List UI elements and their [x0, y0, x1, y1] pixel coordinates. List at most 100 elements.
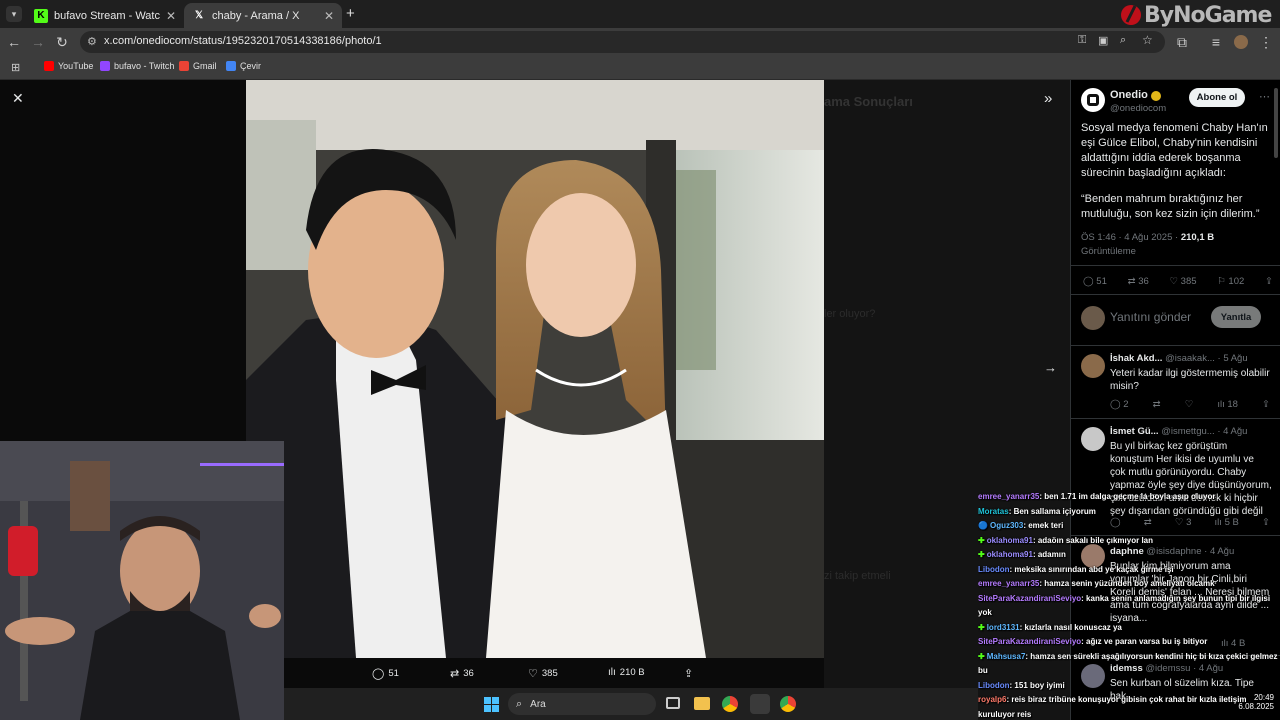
- like-count-button[interactable]: ♡ 385: [1170, 276, 1197, 287]
- follow-button[interactable]: Abone ol: [1189, 88, 1245, 107]
- forward-arrow-icon[interactable]: →: [28, 32, 48, 52]
- chat-username[interactable]: Libodon: [978, 565, 1010, 574]
- profile-avatar[interactable]: [1234, 35, 1248, 49]
- chat-username[interactable]: SiteParaKazandiraniSeviyo: [978, 637, 1081, 646]
- apps-grid-icon[interactable]: ⊞: [11, 61, 20, 74]
- repost-count-button[interactable]: ⇄ 36: [1128, 276, 1149, 287]
- chat-username[interactable]: SiteParaKazandiraniSeviyo: [978, 594, 1081, 603]
- address-bar[interactable]: ⚙ x.com/onediocom/status/195232017051433…: [80, 31, 1165, 53]
- photo-reply-button[interactable]: ◯ 51: [372, 667, 399, 680]
- reply-handle[interactable]: @isaakak...: [1165, 353, 1215, 364]
- reply-count-button[interactable]: ◯ 2: [1110, 399, 1129, 410]
- chat-username[interactable]: emree_yanarr35: [978, 579, 1039, 588]
- reply-submit-button[interactable]: Yanıtla: [1211, 306, 1261, 328]
- bookmark-twitch[interactable]: bufavo - Twitch: [100, 61, 174, 71]
- avatar[interactable]: [1081, 427, 1105, 451]
- reply-author[interactable]: İsmet Gü...: [1110, 426, 1159, 437]
- author-name[interactable]: Onedio: [1110, 88, 1148, 103]
- webcam-illustration: [0, 441, 284, 720]
- chat-username[interactable]: Libodon: [978, 681, 1010, 690]
- tab-bufavo-stream[interactable]: K bufavo Stream - Watch Live on ✕: [26, 3, 184, 28]
- sidebar-scrollbar[interactable]: [1274, 88, 1278, 158]
- new-tab-button[interactable]: +: [346, 5, 355, 22]
- task-view-icon[interactable]: [666, 697, 680, 709]
- next-photo-arrow-icon[interactable]: →: [1044, 360, 1057, 375]
- avatar[interactable]: [1081, 354, 1105, 378]
- collapse-sidebar-icon[interactable]: »: [1044, 90, 1052, 107]
- chat-username[interactable]: royalp6: [978, 695, 1006, 704]
- close-tab-icon[interactable]: ✕: [166, 9, 176, 23]
- bookmark-translate[interactable]: Çevir: [226, 61, 261, 71]
- chat-text: : adaöın sakalı bile çıkmıyor lan: [1032, 535, 1153, 545]
- extensions-icon[interactable]: ⧉: [1172, 32, 1192, 52]
- chat-text: : reis biraz tribüne konuşuyor gibisin ç…: [1006, 695, 1247, 704]
- bookmark-youtube[interactable]: YouTube: [44, 61, 93, 71]
- taskbar-app-icon[interactable]: [750, 694, 770, 714]
- share-icon[interactable]: ⇪: [1265, 276, 1273, 287]
- photo-views[interactable]: ılı 210 B: [608, 667, 645, 678]
- taskbar-search[interactable]: ⌕ Ara: [508, 693, 656, 715]
- chat-username[interactable]: emree_yanarr35: [978, 492, 1039, 501]
- share-icon[interactable]: ⇪: [1262, 399, 1270, 410]
- more-options-icon[interactable]: ⋯: [1259, 90, 1270, 103]
- photo-like-button[interactable]: ♡ 385: [528, 667, 558, 680]
- post-photo[interactable]: [246, 80, 824, 658]
- repost-icon[interactable]: ⇄: [1153, 399, 1161, 410]
- post-time[interactable]: ÖS 1:46 · 4 Ağu 2025 ·: [1081, 232, 1178, 243]
- reload-icon[interactable]: ↻: [52, 32, 72, 52]
- kick-icon: K: [34, 8, 48, 23]
- chat-username[interactable]: Moratas: [978, 507, 1009, 516]
- heart-icon[interactable]: ♡: [1185, 399, 1194, 410]
- reply-icon: ◯: [1083, 276, 1097, 287]
- chat-username[interactable]: Mahsusa7: [987, 652, 1026, 661]
- chat-badge-icon: 🔵: [978, 521, 988, 530]
- navigation-bar: ← → ↻ ⚙ x.com/onediocom/status/195232017…: [0, 28, 1280, 56]
- bookmark-star-icon[interactable]: ☆: [1142, 33, 1153, 47]
- photo-share-button[interactable]: ⇪: [684, 667, 693, 680]
- reply-input[interactable]: Yanıtını gönder: [1110, 310, 1191, 324]
- chrome-icon[interactable]: [780, 696, 796, 712]
- tab-x-search[interactable]: 𝕏 chaby - Arama / X ✕: [184, 3, 342, 28]
- reply-count-button[interactable]: ◯ 51: [1083, 276, 1107, 287]
- heart-icon: ♡: [528, 668, 538, 680]
- menu-icon[interactable]: ⋮: [1256, 32, 1276, 52]
- views-chart-icon: ılı: [608, 667, 616, 678]
- clock-date: 6.08.2025: [1238, 702, 1274, 711]
- author-avatar[interactable]: [1081, 88, 1105, 112]
- windows-start-icon[interactable]: [484, 697, 499, 712]
- reply-date[interactable]: · 5 Ağu: [1218, 353, 1248, 364]
- key-icon[interactable]: ⚿: [1078, 34, 1086, 47]
- chat-message: yok: [978, 608, 1280, 618]
- views-button[interactable]: ılı 18: [1217, 399, 1238, 410]
- chat-username[interactable]: oklahoma91: [987, 550, 1033, 559]
- site-info-icon[interactable]: ⚙: [87, 35, 97, 48]
- repost-icon: ⇄: [1127, 276, 1139, 287]
- close-viewer-icon[interactable]: ✕: [12, 90, 24, 107]
- chat-text: : ben 1.71 im dalga geçme la boyla aşıp …: [1039, 492, 1216, 501]
- chat-username[interactable]: Oguz303: [990, 521, 1023, 530]
- chat-username[interactable]: lord3131: [987, 623, 1020, 632]
- author-handle[interactable]: @onediocom: [1110, 103, 1166, 114]
- close-tab-icon[interactable]: ✕: [324, 9, 334, 23]
- search-icon: ⌕: [516, 697, 523, 710]
- reply-date[interactable]: · 4 Ağu: [1217, 426, 1247, 437]
- file-explorer-icon[interactable]: [694, 697, 710, 710]
- tab-title: chaby - Arama / X: [212, 9, 300, 22]
- zoom-icon[interactable]: ⌕: [1120, 34, 1126, 47]
- repost-icon: ⇄: [450, 668, 460, 680]
- tab-search-button[interactable]: ▾: [6, 6, 22, 22]
- reading-list-icon[interactable]: ≡: [1206, 32, 1226, 52]
- chat-message: 🔵 Oguz303: emek teri: [978, 521, 1280, 531]
- system-clock[interactable]: 20:49 6.08.2025: [1230, 693, 1274, 711]
- photo-repost-button[interactable]: ⇄ 36: [450, 667, 474, 680]
- bookmark-count-button[interactable]: ⚐ 102: [1217, 276, 1244, 287]
- chrome-icon[interactable]: [722, 696, 738, 712]
- reply-author[interactable]: İshak Akd...: [1110, 353, 1162, 364]
- install-app-icon[interactable]: ▣: [1098, 34, 1108, 47]
- reply-handle[interactable]: @ismettgu...: [1161, 426, 1214, 437]
- chat-username[interactable]: oklahoma91: [987, 536, 1033, 545]
- chat-badge-icon: ✚: [978, 535, 985, 545]
- reply-item[interactable]: İshak Akd... @isaakak... · 5 Ağu Yeteri …: [1071, 345, 1280, 418]
- back-arrow-icon[interactable]: ←: [4, 32, 24, 52]
- bookmark-gmail[interactable]: Gmail: [179, 61, 217, 71]
